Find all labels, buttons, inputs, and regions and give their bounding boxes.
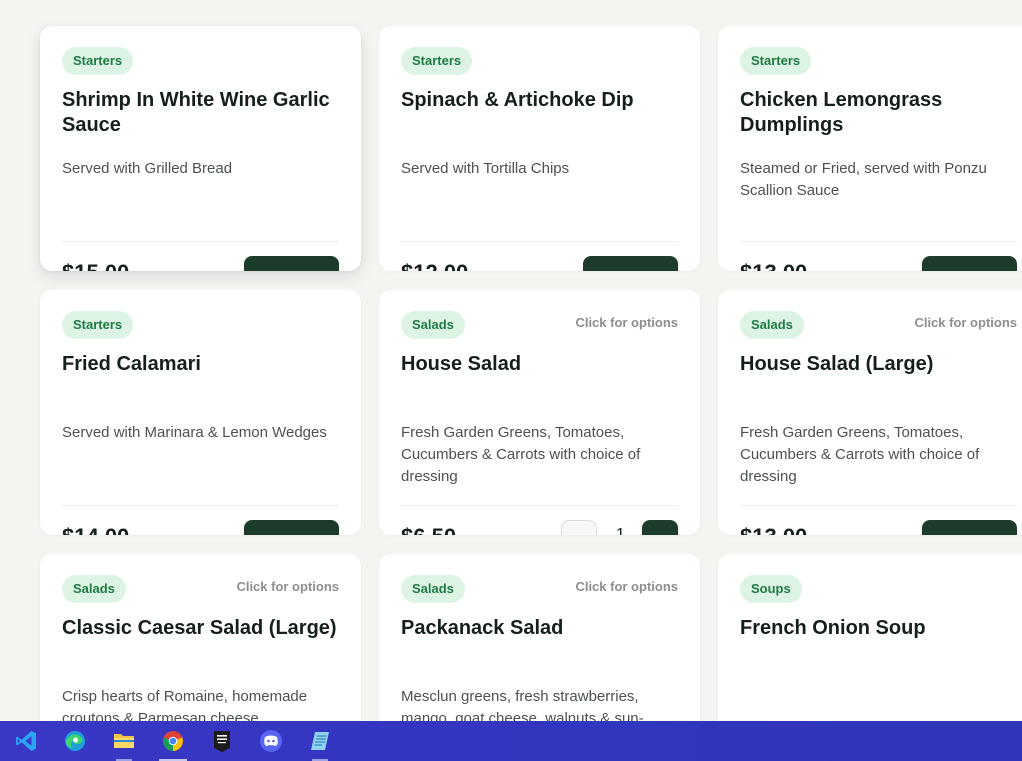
add-to-cart-button[interactable] <box>583 256 678 271</box>
add-to-cart-button[interactable] <box>922 256 1017 271</box>
item-price: $15.00 <box>62 260 129 271</box>
chrome-icon <box>163 731 183 751</box>
menu-card-house-salad-large[interactable]: Salads Click for options House Salad (La… <box>718 290 1022 535</box>
add-to-cart-button[interactable] <box>244 256 339 271</box>
category-badge: Salads <box>401 575 465 603</box>
menu-card-french-onion-soup[interactable]: Soups French Onion Soup <box>718 554 1022 721</box>
quantity-decrease-button[interactable] <box>561 520 597 535</box>
edge-icon <box>65 731 85 751</box>
menu-card-classic-caesar-large[interactable]: Salads Click for options Classic Caesar … <box>40 554 361 721</box>
item-description: Fresh Garden Greens, Tomatoes, Cucumbers… <box>401 424 641 485</box>
item-title: Spinach & Artichoke Dip <box>401 89 634 111</box>
category-badge: Starters <box>62 47 134 75</box>
taskbar-discord-button[interactable] <box>251 721 291 761</box>
item-description: Crisp hearts of Romaine, homemade crouto… <box>62 688 308 721</box>
card-divider <box>740 505 1017 506</box>
item-title: House Salad <box>401 353 522 375</box>
menu-card-packanack-salad[interactable]: Salads Click for options Packanack Salad… <box>379 554 700 721</box>
category-badge: Salads <box>401 311 465 339</box>
menu-card-shrimp-white-wine[interactable]: Starters Shrimp In White Wine Garlic Sau… <box>40 26 361 271</box>
item-price: $13.00 <box>740 260 807 271</box>
item-price: $13.00 <box>740 524 807 535</box>
card-divider <box>62 505 339 506</box>
item-title: Classic Caesar Salad (Large) <box>62 617 337 639</box>
add-to-cart-button[interactable] <box>922 520 1017 535</box>
add-to-cart-button[interactable] <box>244 520 339 535</box>
menu-card-house-salad[interactable]: Salads Click for options House Salad Fre… <box>379 290 700 535</box>
discord-icon <box>260 730 282 752</box>
options-hint[interactable]: Click for options <box>914 315 1017 330</box>
menu-card-fried-calamari[interactable]: Starters Fried Calamari Served with Mari… <box>40 290 361 535</box>
item-description: Fresh Garden Greens, Tomatoes, Cucumbers… <box>740 424 980 485</box>
item-description: Steamed or Fried, served with Ponzu Scal… <box>740 160 987 199</box>
vscode-icon <box>16 731 36 751</box>
options-hint[interactable]: Click for options <box>575 315 678 330</box>
menu-card-chicken-lemongrass-dumplings[interactable]: Starters Chicken Lemongrass Dumplings St… <box>718 26 1022 271</box>
item-title: House Salad (Large) <box>740 353 934 375</box>
quantity-value: 1 <box>616 526 625 535</box>
category-badge: Starters <box>62 311 134 339</box>
item-price: $6.50 <box>401 524 456 535</box>
item-title: French Onion Soup <box>740 617 926 639</box>
folder-icon <box>114 734 134 748</box>
item-description: Served with Marinara & Lemon Wedges <box>62 424 327 441</box>
item-title: Fried Calamari <box>62 353 201 375</box>
taskbar-chrome-button[interactable] <box>153 721 193 761</box>
menu-card-spinach-artichoke-dip[interactable]: Starters Spinach & Artichoke Dip Served … <box>379 26 700 271</box>
epic-games-icon <box>214 731 230 752</box>
category-badge: Starters <box>740 47 812 75</box>
category-badge: Salads <box>740 311 804 339</box>
item-description: Mesclun greens, fresh strawberries, mang… <box>401 688 644 721</box>
category-badge: Salads <box>62 575 126 603</box>
item-title: Chicken Lemongrass Dumplings <box>740 89 943 136</box>
taskbar-vscode-button[interactable] <box>6 721 46 761</box>
card-divider <box>740 241 1017 242</box>
card-divider <box>62 241 339 242</box>
item-title: Packanack Salad <box>401 617 564 639</box>
item-price: $14.00 <box>62 524 129 535</box>
options-hint[interactable]: Click for options <box>236 579 339 594</box>
taskbar <box>0 721 1022 761</box>
card-divider <box>401 241 678 242</box>
item-title: Shrimp In White Wine Garlic Sauce <box>62 89 330 136</box>
card-divider <box>401 505 678 506</box>
taskbar-notepad-button[interactable] <box>300 721 340 761</box>
taskbar-edge-button[interactable] <box>55 721 95 761</box>
item-price: $12.00 <box>401 260 468 271</box>
notepad-icon <box>311 732 329 750</box>
taskbar-file-explorer-button[interactable] <box>104 721 144 761</box>
category-badge: Starters <box>401 47 473 75</box>
options-hint[interactable]: Click for options <box>575 579 678 594</box>
quantity-increase-button[interactable] <box>642 520 678 535</box>
category-badge: Soups <box>740 575 802 603</box>
item-description: Served with Tortilla Chips <box>401 160 570 177</box>
taskbar-epic-games-button[interactable] <box>202 721 242 761</box>
menu-grid: Starters Shrimp In White Wine Garlic Sau… <box>0 0 1022 721</box>
item-description: Served with Grilled Bread <box>62 160 233 177</box>
